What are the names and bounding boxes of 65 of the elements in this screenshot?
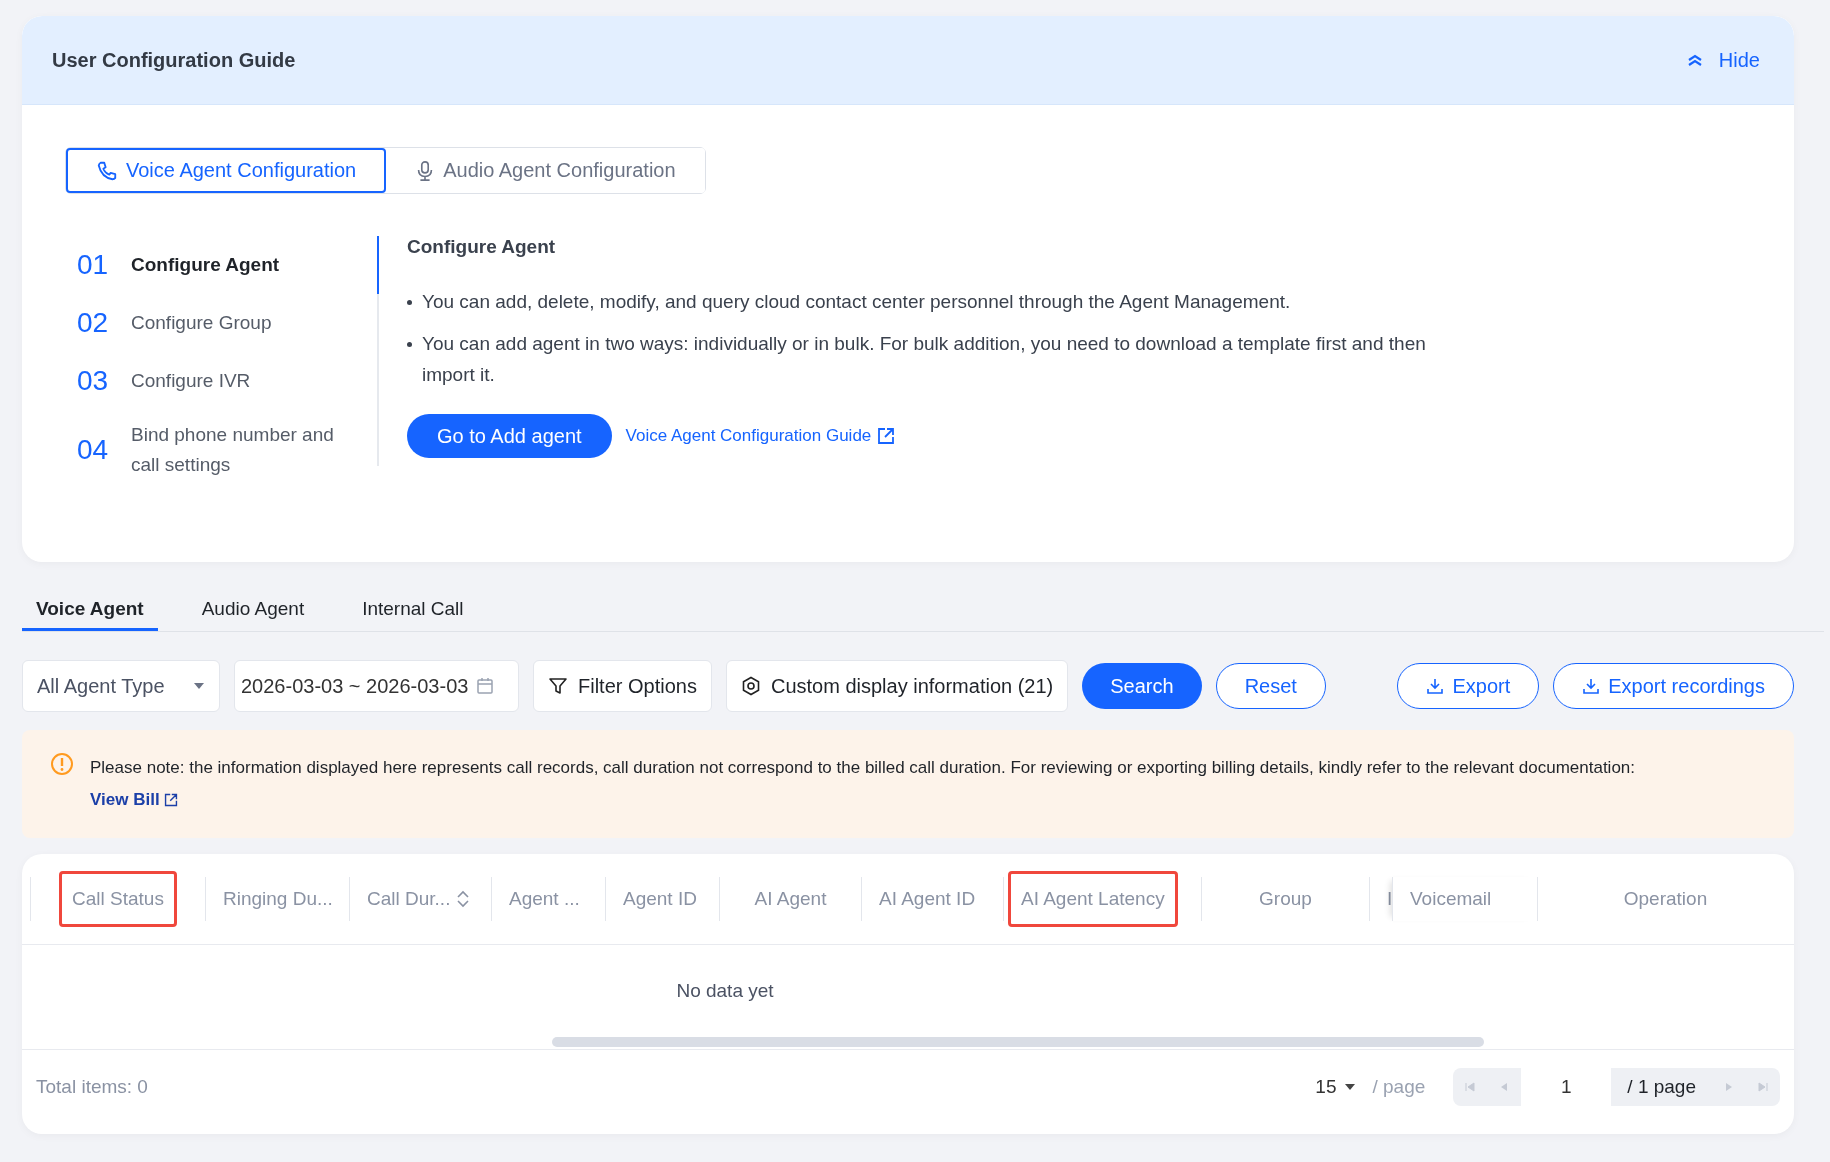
guide-link[interactable]: Voice Agent Configuration Guide <box>625 426 896 446</box>
filter-options-button[interactable]: Filter Options <box>533 660 712 712</box>
column-header[interactable]: AI Agent Latency <box>1008 871 1178 927</box>
download-icon <box>1582 677 1601 695</box>
column-header[interactable]: Call Dur... <box>354 871 484 927</box>
warning-icon <box>50 752 74 776</box>
detail-title: Configure Agent <box>407 236 557 258</box>
bullet-text: You can add agent in two ways: individually or in bulk. For bulk addition, you need to download a template first and then import it. <box>422 332 1427 387</box>
step-number: 03 <box>77 365 110 397</box>
search-button[interactable]: Search <box>1082 663 1202 709</box>
custom-display-button[interactable]: Custom display information (21) <box>725 660 1069 712</box>
column-header[interactable]: AI Agent <box>741 871 840 927</box>
export-button[interactable]: Export <box>1397 663 1540 709</box>
column-header[interactable]: Operation <box>1610 871 1721 927</box>
phone-icon <box>96 159 118 182</box>
total-items: Total items: 0 <box>36 1076 148 1098</box>
tab[interactable]: Voice Agent <box>22 590 158 631</box>
column-header[interactable]: Agent ... <box>496 871 593 927</box>
column-header[interactable]: AI Agent ID <box>866 871 989 927</box>
column-header[interactable]: Group <box>1246 871 1325 927</box>
tab[interactable]: Internal Call <box>348 590 478 631</box>
column-header[interactable]: Ringing Du... <box>210 871 346 927</box>
view-bill-link[interactable]: View Bill <box>90 784 178 816</box>
external-link-icon <box>163 793 178 807</box>
step-number: 04 <box>77 434 110 466</box>
caret-icon <box>193 682 205 690</box>
first-page-icon <box>1465 1082 1476 1092</box>
download-icon <box>1426 677 1445 695</box>
step-number: 02 <box>77 307 110 339</box>
reset-button[interactable]: Reset <box>1215 663 1326 709</box>
caret-icon <box>1344 1083 1355 1091</box>
step-label[interactable]: Configure IVR <box>131 366 361 396</box>
last-page-icon <box>1758 1082 1768 1092</box>
step-number: 01 <box>77 249 110 281</box>
per-page-label: / page <box>1372 1076 1426 1098</box>
add-agent-button[interactable]: Go to Add agent <box>407 414 612 458</box>
scrollbar-thumb[interactable] <box>552 1037 1484 1047</box>
column-header[interactable]: Call Status <box>59 871 177 927</box>
empty-message: No data yet <box>676 980 774 1002</box>
page-input[interactable]: 1 <box>1521 1068 1612 1106</box>
bullet-text: You can add, delete, modify, and query cloud contact center personnel through the Agent Management. <box>422 290 1291 314</box>
sort-icon[interactable] <box>456 889 471 909</box>
page-total: / 1 page <box>1626 1076 1697 1098</box>
next-icon <box>1725 1082 1733 1092</box>
step-label[interactable]: Configure Agent <box>131 250 361 280</box>
settings-icon <box>740 676 761 696</box>
chevrons-up-icon <box>1686 53 1703 67</box>
notice-text: Please note: the information displayed here represents call records, call duration not correspond to the billed call duration. For reviewing or exporting billing details, kindly refer to the relevant documentation: <box>90 758 1636 777</box>
guide-title: User Configuration Guide <box>52 48 297 72</box>
column-header[interactable]: Agent ID <box>610 871 710 927</box>
previous-icon <box>1500 1082 1509 1092</box>
agent-type-select[interactable]: All Agent Type <box>22 660 220 712</box>
filter-icon <box>548 676 568 696</box>
hide-button[interactable]: Hide <box>1682 44 1764 76</box>
page-size-select[interactable]: 15 <box>1309 1075 1361 1099</box>
tab[interactable]: Audio Agent <box>187 590 319 631</box>
bullet-icon <box>407 300 412 305</box>
step-label[interactable]: Bind phone number and call settings <box>131 420 361 480</box>
date-range-field[interactable]: 2026-03-03 ~ 2026-03-03 <box>234 660 519 712</box>
step-label[interactable]: Configure Group <box>131 308 361 338</box>
bullet-icon <box>407 342 412 347</box>
export-recordings-button[interactable]: Export recordings <box>1553 663 1794 709</box>
mode-tab[interactable]: Voice Agent Configuration <box>66 148 387 193</box>
external-link-icon <box>877 427 896 445</box>
calendar-icon <box>476 677 495 695</box>
